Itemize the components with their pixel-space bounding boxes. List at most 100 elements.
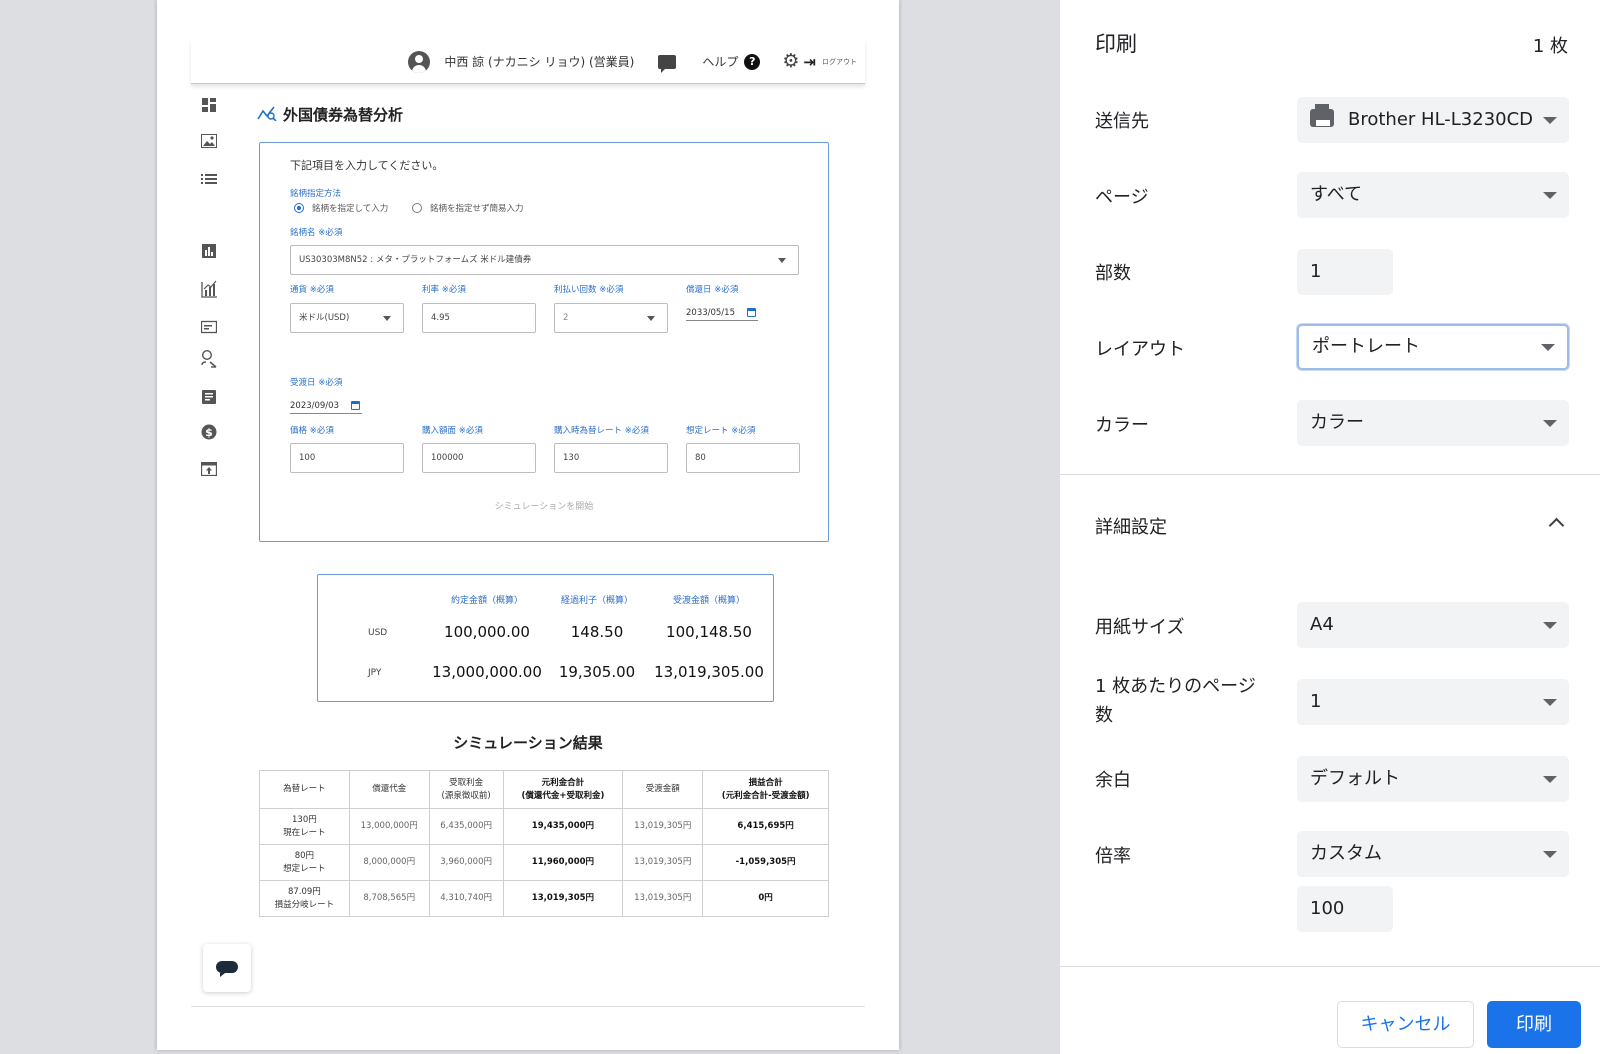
summary-row-label: USD xyxy=(368,628,388,638)
table-cell: 80円 想定レート xyxy=(259,844,350,881)
table-cell: 13,000,000円 xyxy=(348,808,430,845)
person-search-icon[interactable] xyxy=(201,350,217,368)
layout-label: レイアウト xyxy=(1095,339,1185,360)
divider xyxy=(191,1006,865,1007)
pages-select[interactable]: すべて xyxy=(1297,172,1569,218)
logout-link[interactable]: ログアウト xyxy=(822,57,857,67)
summary-value: 100,000.00 xyxy=(444,623,530,641)
table-cell: 11,960,000円 xyxy=(502,844,624,881)
security-select[interactable]: US30303M8N52 : メタ・プラットフォームズ 米ドル建債券 xyxy=(290,245,799,275)
copies-input[interactable]: 1 xyxy=(1297,249,1393,295)
summary-header: 経過利子（概算） xyxy=(560,596,633,606)
scale-select[interactable]: カスタム xyxy=(1297,831,1569,877)
calendar-icon[interactable] xyxy=(351,401,360,410)
layout-select[interactable]: ポートレート xyxy=(1297,324,1569,370)
copies-label: 部数 xyxy=(1095,263,1131,284)
upload-box-icon[interactable] xyxy=(201,462,217,476)
destination-select[interactable]: Brother HL-L3230CD xyxy=(1297,97,1569,143)
redemption-date-field[interactable]: 2033/05/15 xyxy=(686,308,758,321)
bar-chart-icon[interactable] xyxy=(201,244,217,258)
chat-fab-button[interactable] xyxy=(203,944,251,992)
logout-icon[interactable]: ⇥ xyxy=(803,53,816,71)
help-icon[interactable]: ? xyxy=(744,53,761,70)
table-cell: 87.09円 損益分岐レート xyxy=(259,880,350,917)
price-label: 価格 ※必須 xyxy=(290,426,334,436)
rate-label: 利率 ※必須 xyxy=(422,285,466,295)
table-row: 80円 想定レート 8,000,000円 3,960,000円 11,960,0… xyxy=(259,844,829,881)
destination-label: 送信先 xyxy=(1095,111,1149,132)
results-table: 為替レート 償還代金 受取利金 (源泉徴収前) 元利金合計 (償還代金+受取利金… xyxy=(259,770,829,917)
image-icon[interactable] xyxy=(201,134,217,148)
gear-icon[interactable]: ⚙ xyxy=(782,52,799,71)
printer-icon xyxy=(1310,104,1334,127)
help-link[interactable]: ヘルプ xyxy=(702,53,738,70)
svg-text:$: $ xyxy=(205,426,213,439)
dashboard-icon[interactable] xyxy=(201,98,217,112)
analysis-icon xyxy=(257,105,277,125)
chevron-down-icon xyxy=(1543,622,1557,629)
page-title-text: 外国債券為替分析 xyxy=(283,106,404,124)
account-circle-icon[interactable] xyxy=(408,50,431,73)
paper-size-label: 用紙サイズ xyxy=(1095,617,1185,638)
margins-select[interactable]: デフォルト xyxy=(1297,756,1569,802)
color-select[interactable]: カラー xyxy=(1297,400,1569,446)
article-icon[interactable] xyxy=(201,390,217,404)
chevron-down-icon xyxy=(1543,699,1557,706)
calendar-icon[interactable] xyxy=(747,308,756,317)
chevron-down-icon xyxy=(1543,420,1557,427)
analytics-icon[interactable] xyxy=(201,280,217,298)
purchase-fx-input[interactable]: 130 xyxy=(554,443,668,473)
price-input[interactable]: 100 xyxy=(290,443,404,473)
scale-label: 倍率 xyxy=(1095,846,1131,867)
assumed-rate-label: 想定レート ※必須 xyxy=(686,426,756,436)
cancel-button[interactable]: キャンセル xyxy=(1337,1001,1474,1048)
settlement-date-field[interactable]: 2023/09/03 xyxy=(290,401,362,414)
margins-label: 余白 xyxy=(1095,770,1131,791)
table-cell: 8,000,000円 xyxy=(348,844,430,881)
table-cell: 130円 現在レート xyxy=(259,808,350,845)
face-amount-input[interactable]: 100000 xyxy=(422,443,536,473)
chevron-down-icon xyxy=(778,258,786,263)
table-cell: 13,019,305円 xyxy=(622,808,704,845)
chevron-up-icon[interactable] xyxy=(1548,517,1565,534)
pages-label: ページ xyxy=(1095,187,1149,208)
assumed-rate-input[interactable]: 80 xyxy=(686,443,800,473)
chat-icon[interactable] xyxy=(658,54,677,73)
table-cell: 13,019,305円 xyxy=(622,880,704,917)
payments-select[interactable]: 2 xyxy=(554,303,668,333)
user-name: 中西 諒 (ナカニシ リョウ) (営業員) xyxy=(444,55,635,69)
summary-value: 19,305.00 xyxy=(558,663,636,681)
results-title: シミュレーション結果 xyxy=(453,734,603,752)
divider xyxy=(1060,966,1600,967)
print-button[interactable]: 印刷 xyxy=(1487,1001,1581,1048)
form-instruction: 下記項目を入力してください。 xyxy=(290,159,444,172)
dollar-icon[interactable]: $ xyxy=(201,424,217,440)
list-icon[interactable] xyxy=(201,172,217,186)
currency-label: 通貨 ※必須 xyxy=(290,285,334,295)
summary-row-label: JPY xyxy=(368,668,382,678)
scale-input[interactable]: 100 xyxy=(1297,886,1393,932)
card-icon[interactable] xyxy=(201,320,217,334)
rate-input[interactable]: 4.95 xyxy=(422,303,536,333)
divider xyxy=(1060,474,1600,475)
table-header-row: 為替レート 償還代金 受取利金 (源泉徴収前) 元利金合計 (償還代金+受取利金… xyxy=(259,770,829,809)
advanced-settings-toggle[interactable]: 詳細設定 xyxy=(1095,513,1167,539)
pages-per-sheet-select[interactable]: 1 xyxy=(1297,679,1569,725)
chevron-down-icon xyxy=(383,316,391,321)
paper-size-select[interactable]: A4 xyxy=(1297,602,1569,648)
page-title: 外国債券為替分析 xyxy=(257,104,403,125)
radio-simple-input[interactable]: 銘柄を指定せず簡易入力 xyxy=(412,202,524,214)
radio-unselected-icon[interactable] xyxy=(412,203,422,213)
table-row: 130円 現在レート 13,000,000円 6,435,000円 19,435… xyxy=(259,808,829,845)
chevron-down-icon xyxy=(1541,344,1555,351)
currency-select[interactable]: 米ドル(USD) xyxy=(290,303,404,333)
table-cell: -1,059,305円 xyxy=(702,844,829,881)
column-header: 損益合計 (元利金合計-受渡金額) xyxy=(702,770,829,809)
radio-selected-icon[interactable] xyxy=(294,203,304,213)
chevron-down-icon xyxy=(647,316,655,321)
print-settings-panel: 印刷 1 枚 送信先 Brother HL-L3230CD ページ すべて 部数… xyxy=(1060,0,1600,1054)
table-cell: 19,435,000円 xyxy=(502,808,624,845)
start-simulation-button[interactable]: シミュレーションを開始 xyxy=(260,499,828,512)
radio-specify-security[interactable]: 銘柄を指定して入力 xyxy=(294,202,388,214)
face-amount-label: 購入額面 ※必須 xyxy=(422,426,483,436)
